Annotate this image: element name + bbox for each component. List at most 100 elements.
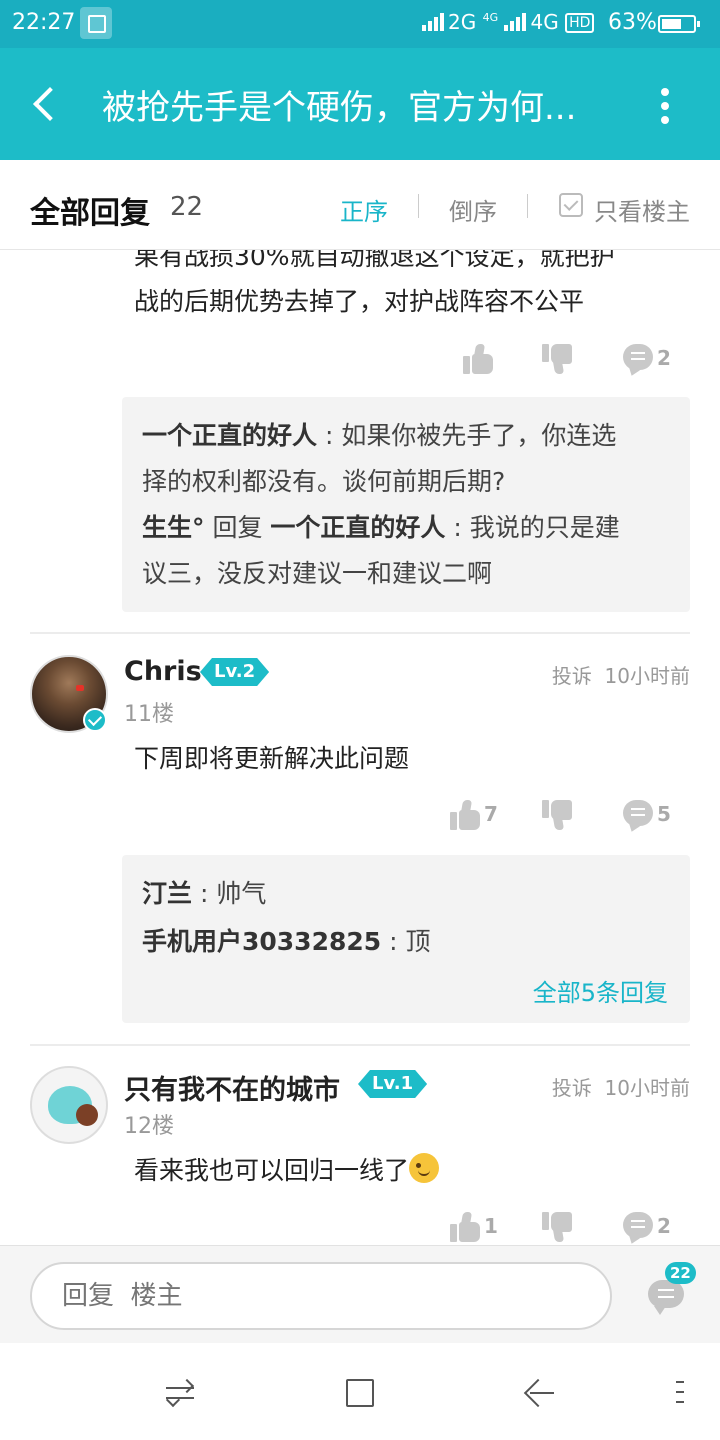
menu-icon[interactable] — [676, 1381, 684, 1405]
network-label-2: 4G — [530, 10, 559, 34]
avatar[interactable] — [30, 1066, 108, 1144]
sub-reply-text: 如果你被先手了，你连选 — [341, 421, 617, 450]
post-actions: 2 — [0, 340, 720, 380]
page-title: 被抢先手是个硬伤，官方为何... — [102, 88, 577, 128]
network-indicators: 2G 4G 4G HD — [422, 10, 595, 34]
network-tag: 4G — [482, 11, 499, 24]
reply-count: 22 — [170, 192, 204, 222]
sub-reply-sep: : — [445, 513, 470, 542]
thumbs-down-icon[interactable] — [542, 1212, 572, 1242]
sub-reply-text: 择的权利都没有。谈何前期后期? — [142, 467, 506, 496]
post-text-line: 果有战损30%就自动撤退这个设定，就把护 — [134, 250, 615, 271]
reply-header: 全部回复 22 正序 倒序 只看楼主 — [0, 160, 720, 250]
sub-reply-text: 帅气 — [216, 879, 267, 908]
post-text-wrap: 看来我也可以回归一线了 — [134, 1148, 440, 1193]
sub-reply: 生生° 回复 一个正直的好人 : 我说的只是建 — [122, 505, 620, 551]
reply-word: 回复 — [204, 513, 271, 542]
report-link[interactable]: 投诉 — [552, 664, 592, 688]
divider — [418, 194, 419, 218]
sub-reply-sep: : — [381, 927, 406, 956]
reply-feed[interactable]: 果有战损30%就自动撤退这个设定，就把护 战的后期优势去掉了，对护战阵容不公平 … — [0, 250, 720, 1245]
post-meta: 投诉 10小时前 — [552, 1072, 690, 1101]
comment-bubble-icon[interactable] — [623, 344, 653, 370]
thumbs-down-icon[interactable] — [542, 800, 572, 830]
comment-count-badge: 22 — [665, 1262, 696, 1284]
sub-reply-text: 议三，没反对建议一和建议二啊 — [142, 559, 493, 588]
sub-replies[interactable]: 汀兰 : 帅气 手机用户30332825 : 顶 全部5条回复 — [122, 855, 690, 1023]
all-replies-label: 全部回复 — [30, 196, 150, 231]
wink-emoji-icon — [409, 1153, 440, 1183]
status-bar: 22:27 2G 4G 4G HD 63% — [0, 0, 720, 48]
avatar-detail — [76, 1104, 98, 1126]
like-count: 1 — [484, 1214, 498, 1238]
sub-reply: 手机用户30332825 : 顶 — [122, 919, 431, 965]
home-icon[interactable] — [346, 1379, 374, 1407]
network-label: 2G — [448, 10, 477, 34]
sub-reply: 汀兰 : 帅气 — [122, 871, 266, 917]
sub-reply-sep: : — [317, 421, 342, 450]
level-badge: Lv.1 — [358, 1070, 427, 1098]
comment-count: 5 — [657, 802, 671, 826]
level-badge: Lv.2 — [200, 658, 269, 686]
thumbs-up-icon[interactable] — [450, 800, 480, 830]
floor-number: 12楼 — [124, 1114, 174, 1139]
nav-back-icon[interactable] — [524, 1379, 556, 1407]
username[interactable]: 只有我不在的城市 — [124, 1068, 340, 1107]
system-nav-bar — [0, 1343, 720, 1440]
sub-replies[interactable]: 一个正直的好人 : 如果你被先手了，你连选 择的权利都没有。谈何前期后期? 生生… — [122, 397, 690, 612]
post-actions: 7 5 — [0, 796, 720, 836]
post-meta: 投诉 10小时前 — [552, 660, 690, 689]
sort-ascending-tab[interactable]: 正序 — [340, 192, 388, 227]
sub-reply-author[interactable]: 手机用户30332825 — [142, 927, 381, 956]
divider — [527, 194, 528, 218]
thumbs-down-icon[interactable] — [542, 344, 572, 374]
post-divider — [30, 1044, 690, 1046]
sub-reply-cont: 议三，没反对建议一和建议二啊 — [122, 551, 492, 597]
sub-reply-author[interactable]: 生生° — [142, 513, 205, 542]
hd-icon: HD — [565, 13, 595, 33]
signal-icon — [422, 13, 448, 31]
comment-count: 2 — [657, 1214, 671, 1238]
battery-icon — [658, 15, 700, 33]
post-text: 看来我也可以回归一线了 — [134, 1156, 410, 1185]
thumbs-up-icon[interactable] — [450, 1212, 480, 1242]
comment-bubble-icon[interactable] — [623, 1212, 653, 1238]
post-time: 10小时前 — [604, 1076, 690, 1100]
post-text: 下周即将更新解决此问题 — [134, 744, 410, 773]
floor-number: 11楼 — [124, 702, 174, 727]
post-actions: 1 2 — [0, 1208, 720, 1245]
sort-descending-tab[interactable]: 倒序 — [449, 192, 497, 227]
sub-reply-text: 顶 — [405, 927, 431, 956]
sub-reply: 一个正直的好人 : 如果你被先手了，你连选 — [122, 413, 616, 459]
reply-input[interactable] — [30, 1262, 612, 1330]
battery-level — [662, 19, 681, 29]
avatar-detail — [76, 685, 84, 691]
comment-bubble-icon[interactable] — [623, 800, 653, 826]
more-vertical-icon[interactable] — [650, 84, 680, 128]
back-arrow-icon[interactable] — [28, 84, 64, 124]
app-bar: 被抢先手是个硬伤，官方为何... — [0, 48, 720, 160]
sub-reply-sep: : — [192, 879, 217, 908]
status-time: 22:27 — [12, 10, 76, 35]
sub-reply-target[interactable]: 一个正直的好人 — [270, 513, 445, 542]
verified-badge-icon — [83, 708, 107, 732]
only-op-checkbox[interactable] — [559, 193, 583, 217]
username[interactable]: Chris — [124, 656, 202, 687]
report-link[interactable]: 投诉 — [552, 1076, 592, 1100]
screenshot-icon — [80, 7, 112, 39]
only-op-label[interactable]: 只看楼主 — [594, 192, 690, 227]
battery-percent: 63% — [608, 10, 657, 35]
sub-reply-author[interactable]: 一个正直的好人 — [142, 421, 317, 450]
see-all-replies-link[interactable]: 全部5条回复 — [533, 973, 668, 1008]
reply-bar: 22 — [0, 1245, 720, 1343]
signal-icon-2 — [504, 13, 530, 31]
sub-reply-text: 我说的只是建 — [469, 513, 620, 542]
comment-count: 2 — [657, 346, 671, 370]
sub-reply-cont: 择的权利都没有。谈何前期后期? — [122, 459, 505, 505]
switch-apps-icon[interactable] — [164, 1378, 196, 1408]
post-text-line: 战的后期优势去掉了，对护战阵容不公平 — [134, 287, 585, 316]
post-time: 10小时前 — [604, 664, 690, 688]
like-count: 7 — [484, 802, 498, 826]
sub-reply-author[interactable]: 汀兰 — [142, 879, 192, 908]
thumbs-up-icon[interactable] — [463, 344, 493, 374]
